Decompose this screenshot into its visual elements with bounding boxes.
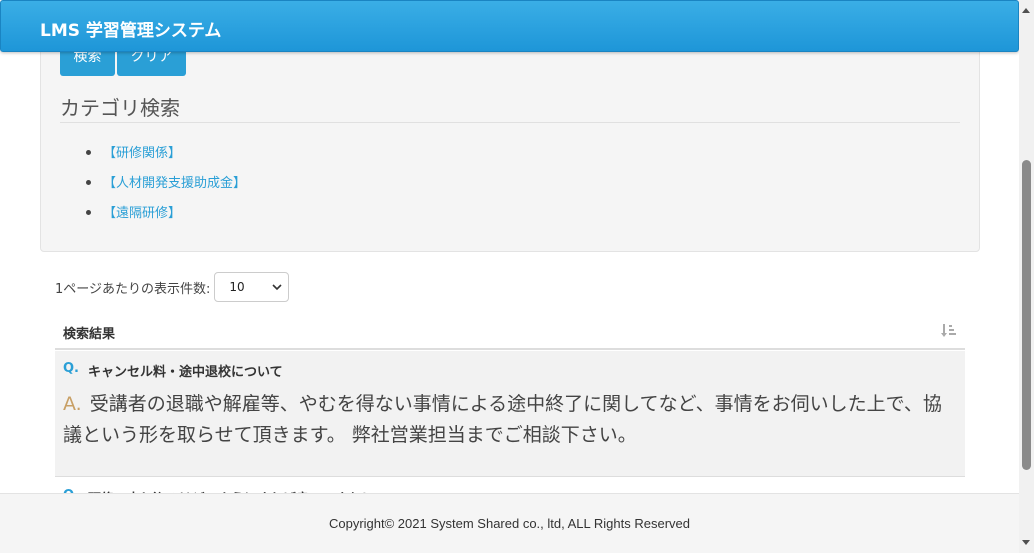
results-table-header: 検索結果	[55, 312, 965, 350]
category-search-title: カテゴリ検索	[60, 96, 180, 120]
top-navbar: LMS 学習管理システム	[0, 0, 1019, 52]
scroll-down-arrow-icon[interactable]	[1022, 540, 1030, 545]
sort-amount-desc-icon[interactable]	[941, 323, 957, 339]
per-page-label: 1ページあたりの表示件数:	[55, 281, 211, 297]
category-link-subsidy[interactable]: 【人材開発支援助成金】	[103, 176, 246, 191]
table-row[interactable]: Q. キャンセル料・途中退校について A. 受講者の退職や解雇等、やむを得ない事情…	[55, 351, 965, 477]
per-page-select[interactable]: 10	[214, 272, 290, 302]
divider	[60, 122, 960, 123]
category-item: 【研修関係】	[86, 142, 246, 172]
question-mark: Q.	[63, 361, 79, 376]
answer-block: A. 受講者の退職や解雇等、やむを得ない事情による途中終了に関してなど、事情をお伺…	[63, 389, 953, 451]
bullet-icon	[86, 150, 91, 155]
category-link-training[interactable]: 【研修関係】	[103, 146, 181, 161]
scroll-up-arrow-icon[interactable]	[1022, 8, 1030, 13]
bullet-icon	[86, 180, 91, 185]
main-content: 検索 クリア カテゴリ検索 【研修関係】 【人材開発支援助成金】 【遠隔研修】 …	[0, 0, 1019, 553]
footer: Copyright© 2021 System Shared co., ltd, …	[0, 493, 1019, 553]
search-panel: 検索 クリア カテゴリ検索 【研修関係】 【人材開発支援助成金】 【遠隔研修】	[40, 20, 980, 252]
bullet-icon	[86, 210, 91, 215]
brand-title[interactable]: LMS 学習管理システム	[40, 16, 221, 41]
answer-mark: A.	[63, 393, 82, 415]
category-link-remote-training[interactable]: 【遠隔研修】	[103, 206, 181, 221]
chevron-down-icon	[272, 284, 282, 291]
category-item: 【人材開発支援助成金】	[86, 172, 246, 202]
category-item: 【遠隔研修】	[86, 202, 246, 232]
per-page-value: 10	[229, 280, 245, 294]
per-page-control: 1ページあたりの表示件数: 10	[55, 272, 290, 302]
category-list: 【研修関係】 【人材開発支援助成金】 【遠隔研修】	[86, 142, 246, 232]
answer-text: 受講者の退職や解雇等、やむを得ない事情による途中終了に関してなど、事情をお伺いし…	[63, 393, 942, 446]
copyright-text: Copyright© 2021 System Shared co., ltd, …	[328, 516, 690, 531]
question-text: キャンセル料・途中退校について	[88, 365, 283, 380]
vertical-scrollbar[interactable]	[1019, 0, 1034, 553]
results-column-header: 検索結果	[63, 327, 116, 342]
scroll-thumb[interactable]	[1022, 160, 1031, 470]
